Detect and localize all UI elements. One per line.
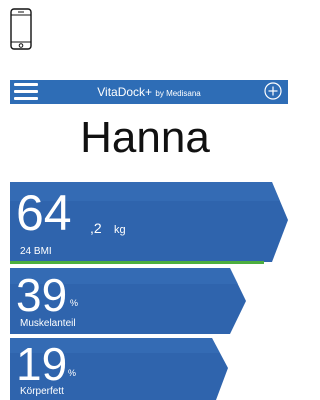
metric-muscle-label: Muskelanteil	[20, 318, 76, 329]
metric-card-bodyfat[interactable]: 19 % Körperfett	[10, 338, 228, 400]
metric-muscle-value: 39	[16, 269, 68, 321]
metric-card-weight[interactable]: 64 ,2 kg 24 BMI	[10, 182, 288, 265]
app-title-brand: VitaDock+	[97, 85, 153, 99]
user-name: Hanna	[80, 113, 210, 162]
metric-weight-label: 24 BMI	[20, 246, 52, 257]
app-header: VitaDock+ by Medisana	[10, 80, 288, 104]
metric-weight-value: 64	[16, 185, 72, 241]
metric-weight-unit: kg	[114, 224, 126, 236]
metric-card-muscle[interactable]: 39 % Muskelanteil	[10, 268, 246, 336]
metric-bodyfat-unit: %	[68, 368, 77, 378]
metric-muscle-unit: %	[70, 298, 79, 308]
app-title-by: by Medisana	[155, 89, 201, 98]
smartphone-icon	[10, 8, 32, 50]
app-title: VitaDock+ by Medisana	[10, 85, 288, 99]
metric-bodyfat-value: 19	[16, 338, 68, 390]
metric-bodyfat-label: Körperfett	[20, 386, 64, 397]
plus-circle-icon[interactable]	[264, 82, 282, 100]
metric-weight-decimal: ,2	[90, 220, 102, 236]
